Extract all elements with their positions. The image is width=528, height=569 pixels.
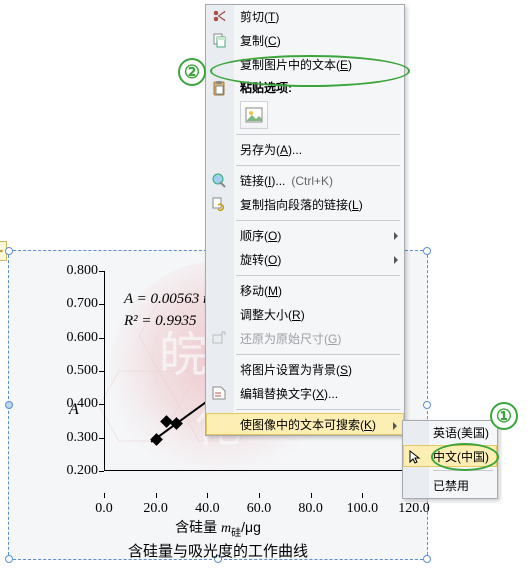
x-tick: 100.0	[342, 501, 382, 517]
chevron-right-icon	[394, 232, 398, 240]
resize-label: 调整大小	[240, 308, 288, 322]
clipboard-icon	[211, 80, 229, 98]
setbg-label: 将图片设置为背景	[240, 363, 336, 377]
link-label: 链接	[240, 174, 264, 188]
menu-restore-original-size: 还原为原始尺寸(G)	[206, 327, 404, 351]
y-tick: 0.200	[58, 463, 98, 479]
callout-ring-1	[431, 443, 499, 471]
menu-copy-paragraph-link[interactable]: 复制指向段落的链接(L)	[206, 193, 404, 217]
callout-1: ①	[490, 402, 518, 430]
menu-make-text-searchable[interactable]: 使图像中的文本可搜索(K)	[206, 413, 404, 435]
resize-handle-tr[interactable]	[423, 247, 431, 255]
menu-save-as[interactable]: 另存为(A)...	[206, 138, 404, 162]
menu-separator	[236, 354, 400, 355]
chart-title: 含硅量与吸光度的工作曲线	[9, 540, 427, 561]
menu-separator	[236, 275, 400, 276]
menu-set-as-background[interactable]: 将图片设置为背景(S)	[206, 358, 404, 382]
menu-rotate[interactable]: 旋转(O)	[206, 248, 404, 272]
x-tick: 0.0	[84, 501, 124, 517]
x-tick: 60.0	[239, 501, 279, 517]
paste-picture-button[interactable]	[240, 101, 268, 129]
x-label-unit: /μg	[241, 519, 261, 535]
x-tick: 20.0	[136, 501, 176, 517]
menu-separator	[236, 220, 400, 221]
menu-separator	[236, 165, 400, 166]
x-tick: 40.0	[187, 501, 227, 517]
move-label: 移动	[240, 284, 264, 298]
searchable-label: 使图像中的文本可搜索	[240, 418, 360, 432]
y-tick: 0.600	[58, 330, 98, 346]
menu-move[interactable]: 移动(M)	[206, 279, 404, 303]
scissors-icon	[211, 8, 229, 26]
globe-link-icon	[211, 172, 229, 190]
link-icon	[211, 196, 229, 214]
copy-label: 复制	[240, 34, 264, 48]
fit-equation: A = 0.00563 m	[124, 291, 214, 308]
x-label-prefix: 含硅量	[175, 519, 221, 535]
x-tick: 120.0	[394, 501, 434, 517]
rotate-label: 旋转	[240, 253, 264, 267]
alttext-label: 编辑替换文字	[240, 387, 312, 401]
saveas-label: 另存为	[240, 143, 276, 157]
menu-copy[interactable]: 复制(C)	[206, 29, 404, 53]
y-tick: 0.300	[58, 430, 98, 446]
submenu-disabled[interactable]: 已禁用	[403, 474, 497, 498]
order-label: 顺序	[240, 229, 264, 243]
menu-separator	[236, 134, 400, 135]
callout-2: ②	[178, 58, 206, 86]
menu-edit-alt-text[interactable]: 编辑替换文字(X)...	[206, 382, 404, 406]
resize-handle-mr[interactable]	[423, 401, 431, 409]
x-axis-label: 含硅量 m硅/μg	[9, 517, 427, 539]
menu-link[interactable]: 链接(I)...(Ctrl+K)	[206, 169, 404, 193]
cursor-icon	[407, 449, 425, 467]
menu-resize[interactable]: 调整大小(R)	[206, 303, 404, 327]
cut-label: 剪切	[240, 10, 264, 24]
y-tick: 0.400	[58, 396, 98, 412]
copylink-label: 复制指向段落的链接	[240, 198, 348, 212]
x-tick: 80.0	[291, 501, 331, 517]
restore-label: 还原为原始尺寸	[240, 332, 324, 346]
menu-order[interactable]: 顺序(O)	[206, 224, 404, 248]
x-label-var: m	[221, 521, 231, 536]
chevron-right-icon	[394, 256, 398, 264]
chevron-right-icon	[393, 422, 397, 430]
resize-handle-ml[interactable]	[5, 401, 13, 409]
submenu-english-us[interactable]: 英语(美国)	[403, 421, 497, 445]
x-label-sub: 硅	[231, 528, 241, 539]
menu-separator	[236, 409, 400, 410]
callout-ring-2	[210, 55, 410, 87]
resize-handle-tl[interactable]	[5, 247, 13, 255]
fit-r2: R² = 0.9935	[124, 313, 197, 330]
restore-size-icon	[211, 330, 229, 348]
menu-paste-options	[206, 99, 404, 131]
copy-icon	[211, 32, 229, 50]
y-tick: 0.500	[58, 363, 98, 379]
text-tag-icon	[211, 385, 229, 403]
y-tick: 0.700	[58, 296, 98, 312]
y-tick: 0.800	[58, 263, 98, 279]
menu-cut[interactable]: 剪切(T)	[206, 5, 404, 29]
